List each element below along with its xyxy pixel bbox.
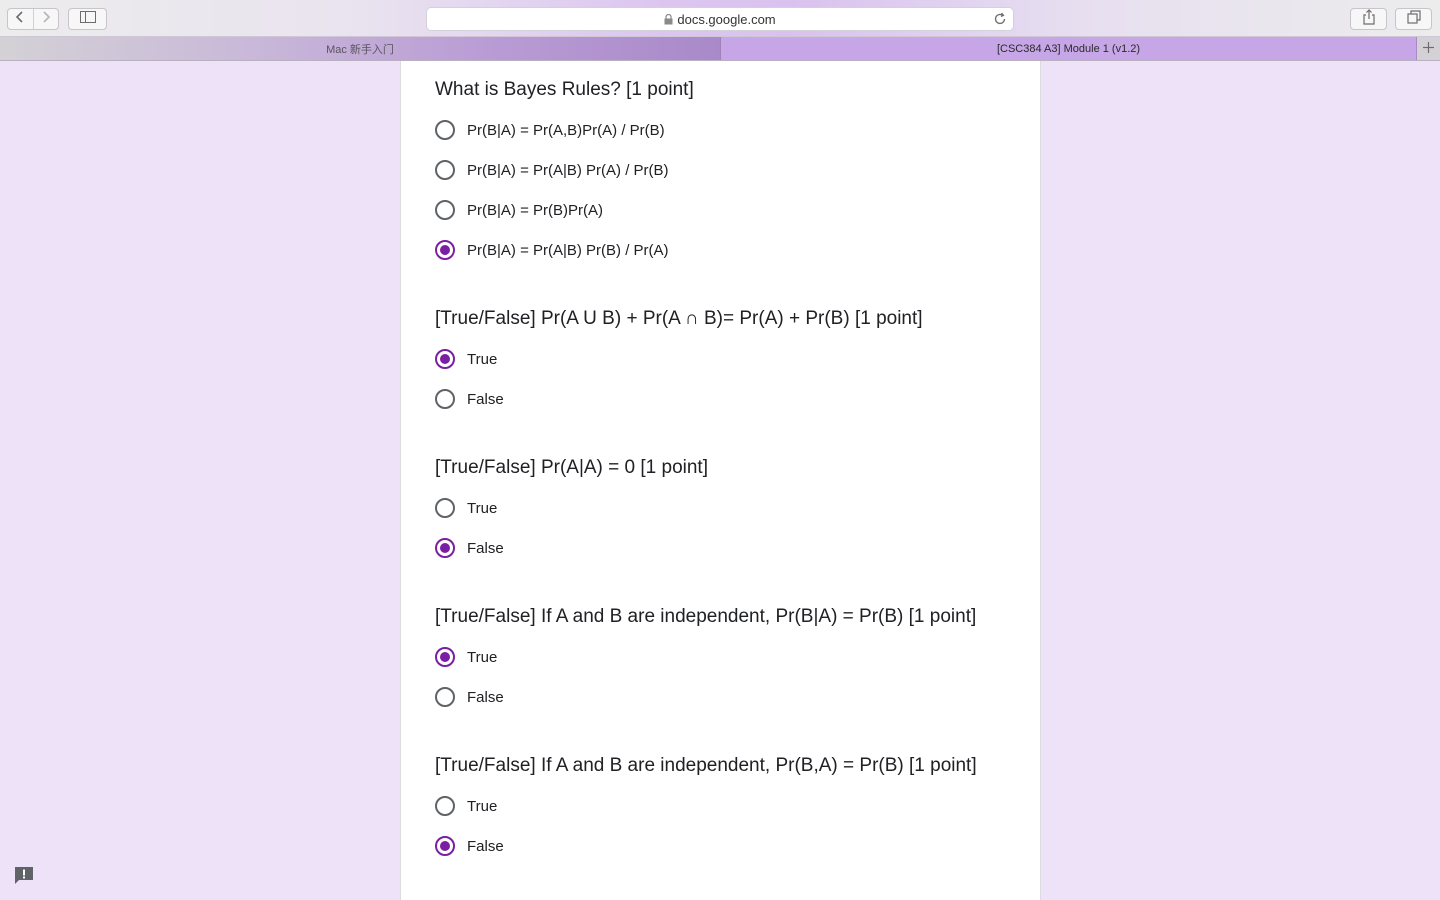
form-card: What is Bayes Rules? [1 point] Pr(B|A) =…	[400, 61, 1041, 900]
radio-button[interactable]	[435, 389, 455, 409]
option-label: Pr(B|A) = Pr(B)Pr(A)	[467, 201, 603, 219]
radio-button[interactable]	[435, 836, 455, 856]
option-label: True	[467, 350, 498, 368]
radio-button[interactable]	[435, 498, 455, 518]
question-title: What is Bayes Rules? [1 point]	[435, 79, 694, 100]
option-label: False	[467, 390, 504, 408]
tab-label: Mac 新手入门	[326, 43, 394, 56]
radio-option[interactable]: Pr(B|A) = Pr(A|B) Pr(A) / Pr(B)	[435, 158, 669, 182]
option-label: False	[467, 837, 504, 855]
show-tabs-button[interactable]	[1395, 8, 1432, 30]
forward-button[interactable]	[32, 9, 58, 29]
option-label: True	[467, 797, 498, 815]
radio-button[interactable]	[435, 160, 455, 180]
tab-label: [CSC384 A3] Module 1 (v1.2)	[996, 42, 1141, 55]
option-label: True	[467, 648, 498, 666]
radio-option[interactable]: False	[435, 685, 504, 709]
question-title: [True/False] If A and B are independent,…	[435, 755, 977, 776]
radio-button[interactable]	[435, 349, 455, 369]
tab-bar: Mac 新手入门 [CSC384 A3] Module 1 (v1.2)	[0, 37, 1440, 61]
option-label: Pr(B|A) = Pr(A|B) Pr(B) / Pr(A)	[467, 241, 669, 259]
radio-option[interactable]: False	[435, 834, 504, 858]
radio-button[interactable]	[435, 120, 455, 140]
new-tab-button[interactable]	[1416, 37, 1440, 60]
report-feedback-button[interactable]	[13, 866, 35, 885]
question-independence-joint: [True/False] If A and B are independent,…	[435, 754, 977, 856]
question-pr-a-given-a: [True/False] Pr(A|A) = 0 [1 point] True …	[435, 456, 708, 558]
radio-option[interactable]: Pr(B|A) = Pr(A,B)Pr(A) / Pr(B)	[435, 118, 665, 142]
radio-option[interactable]: False	[435, 536, 504, 560]
browser-toolbar: docs.google.com	[0, 0, 1440, 37]
radio-button[interactable]	[435, 538, 455, 558]
tab-mac-guide[interactable]: Mac 新手入门	[0, 37, 720, 60]
navigation-buttons	[7, 8, 59, 30]
radio-option[interactable]: True	[435, 645, 497, 669]
radio-button[interactable]	[435, 647, 455, 667]
question-title: [True/False] Pr(A U B) + Pr(A ∩ B)= Pr(A…	[435, 308, 923, 329]
radio-option[interactable]: True	[435, 496, 497, 520]
option-label: False	[467, 688, 504, 706]
radio-button[interactable]	[435, 240, 455, 260]
radio-button[interactable]	[435, 796, 455, 816]
option-label: Pr(B|A) = Pr(A,B)Pr(A) / Pr(B)	[467, 121, 665, 139]
sidebar-icon	[79, 10, 96, 28]
address-bar[interactable]: docs.google.com	[426, 7, 1014, 31]
sidebar-toggle-button[interactable]	[68, 8, 107, 30]
tab-quiz-form[interactable]: [CSC384 A3] Module 1 (v1.2)	[720, 37, 1416, 60]
radio-option[interactable]: True	[435, 794, 497, 818]
reload-icon[interactable]	[993, 12, 1007, 29]
chevron-left-icon	[15, 10, 25, 29]
option-label: True	[467, 499, 498, 517]
question-title: [True/False] Pr(A|A) = 0 [1 point]	[435, 457, 708, 478]
radio-button[interactable]	[435, 687, 455, 707]
back-button[interactable]	[8, 9, 33, 29]
radio-option[interactable]: Pr(B|A) = Pr(B)Pr(A)	[435, 198, 603, 222]
plus-icon	[1423, 40, 1434, 58]
feedback-icon	[13, 867, 35, 889]
radio-option[interactable]: False	[435, 387, 504, 411]
question-union-intersection: [True/False] Pr(A U B) + Pr(A ∩ B)= Pr(A…	[435, 307, 923, 409]
radio-option[interactable]: True	[435, 347, 497, 371]
option-label: False	[467, 539, 504, 557]
question-independence-conditional: [True/False] If A and B are independent,…	[435, 605, 977, 707]
question-bayes-rule: What is Bayes Rules? [1 point] Pr(B|A) =…	[435, 78, 694, 260]
radio-button[interactable]	[435, 200, 455, 220]
chevron-right-icon	[41, 10, 51, 29]
option-label: Pr(B|A) = Pr(A|B) Pr(A) / Pr(B)	[467, 161, 669, 179]
url-text: docs.google.com	[677, 11, 776, 27]
question-title: [True/False] If A and B are independent,…	[435, 606, 977, 627]
share-button[interactable]	[1350, 8, 1387, 30]
share-icon	[1362, 8, 1376, 30]
lock-icon	[664, 13, 673, 25]
radio-option[interactable]: Pr(B|A) = Pr(A|B) Pr(B) / Pr(A)	[435, 238, 669, 262]
tabs-overview-icon	[1406, 9, 1421, 29]
